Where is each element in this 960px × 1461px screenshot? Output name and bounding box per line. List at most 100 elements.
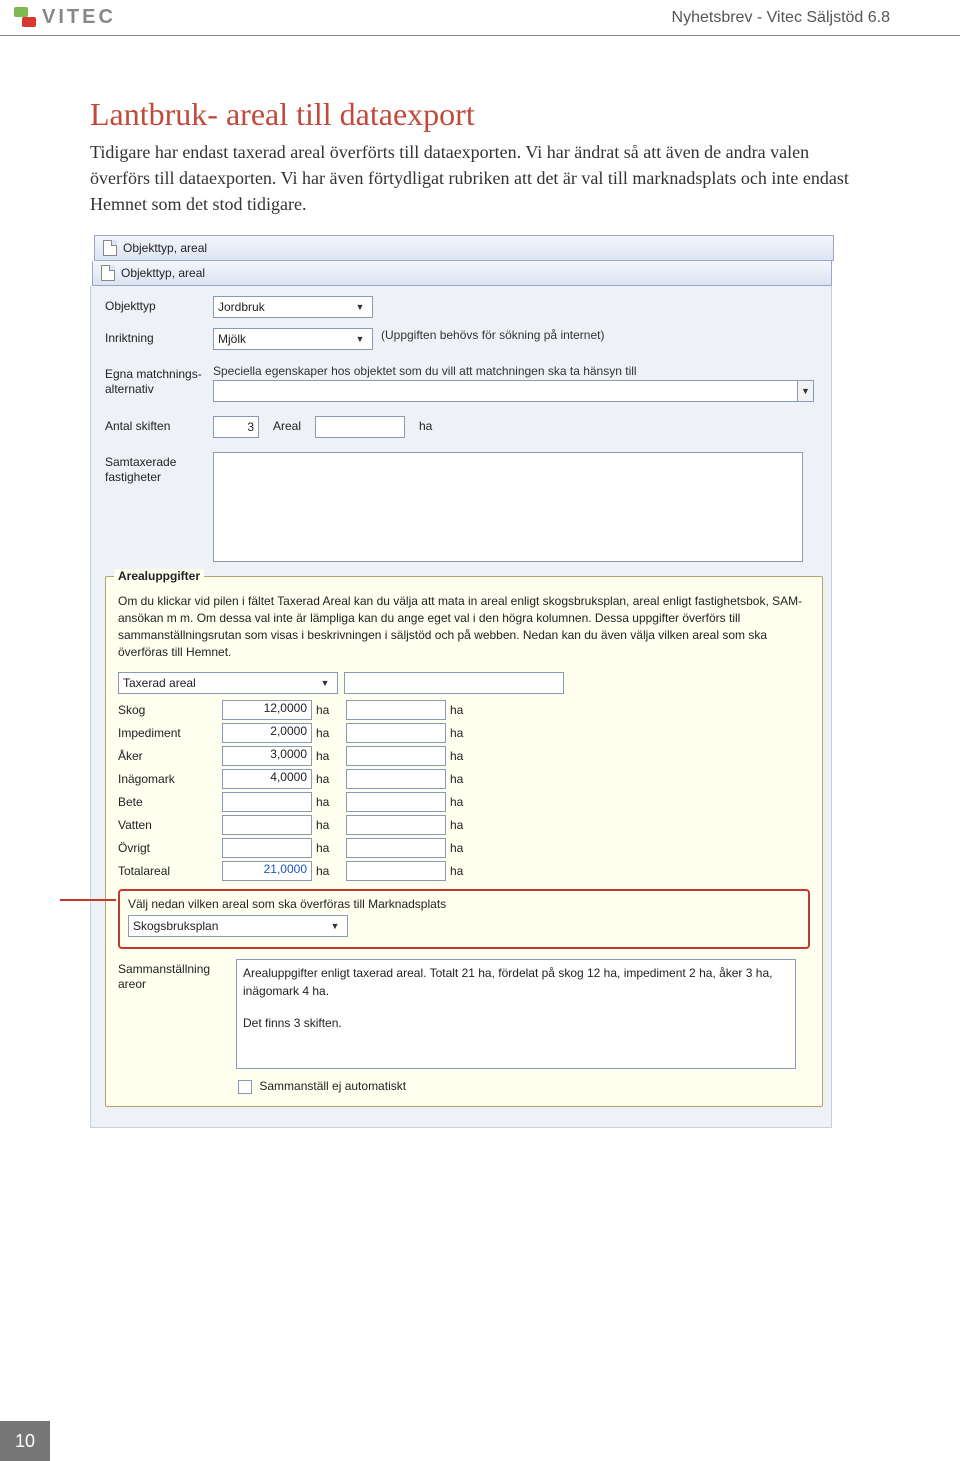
document-icon — [101, 265, 115, 281]
areal-row-unit2: ha — [450, 795, 476, 809]
page-header: VITEC Nyhetsbrev - Vitec Säljstöd 6.8 — [0, 0, 960, 36]
group-info: Om du klickar vid pilen i fältet Taxerad… — [118, 593, 810, 660]
areal-row-value2[interactable] — [346, 792, 446, 812]
areal-row-unit2: ha — [450, 864, 476, 878]
inriktning-hint: (Uppgiften behövs för sökning på interne… — [381, 328, 604, 342]
areal-row-unit: ha — [316, 749, 342, 763]
sammanstall-auto-label: Sammanställ ej automatiskt — [259, 1079, 406, 1093]
areal-row-label: Totalareal — [118, 864, 218, 878]
marknadsplats-combo[interactable]: Skogsbruksplan ▼ — [128, 915, 348, 937]
antal-skiften-value: 3 — [218, 420, 254, 434]
areal-row-value2[interactable] — [346, 769, 446, 789]
areal-row-unit2: ha — [450, 841, 476, 855]
areal-row-value[interactable]: 4,0000 — [222, 769, 312, 789]
areal-row-label: Åker — [118, 749, 218, 763]
brand-name: VITEC — [42, 6, 116, 29]
marknadsplats-label: Välj nedan vilken areal som ska överföra… — [128, 897, 800, 911]
areal-row-value[interactable] — [222, 815, 312, 835]
taxerad-areal-value: Taxerad areal — [123, 676, 196, 690]
vitec-logo-icon — [14, 7, 36, 29]
objekttyp-label: Objekttyp — [105, 296, 205, 313]
areal-row-label: Övrigt — [118, 841, 218, 855]
areal-row-label: Inägomark — [118, 772, 218, 786]
areal-row-unit2: ha — [450, 772, 476, 786]
areal-row-value[interactable]: 12,0000 — [222, 700, 312, 720]
areal-row-unit: ha — [316, 864, 342, 878]
taxerad-areal-combo[interactable]: Taxerad areal ▼ — [118, 672, 338, 694]
page-number: 10 — [0, 1421, 50, 1461]
group-title: Arealuppgifter — [114, 569, 204, 583]
inriktning-value: Mjölk — [218, 332, 246, 346]
antal-skiften-label: Antal skiften — [105, 416, 205, 433]
egna-input[interactable] — [213, 380, 798, 402]
areal-row-label: Impediment — [118, 726, 218, 740]
areal-row: Vatten ha ha — [118, 815, 810, 835]
egna-label: Egna matchnings-alternativ — [105, 364, 205, 396]
objekttyp-value: Jordbruk — [218, 300, 265, 314]
chevron-down-icon[interactable]: ▼ — [798, 380, 814, 402]
areal-row-value2[interactable] — [346, 746, 446, 766]
samtax-textarea[interactable] — [213, 452, 803, 562]
app-screenshot: Objekttyp, areal Objekttyp, areal Objekt… — [90, 235, 840, 1128]
toolbar-2: Objekttyp, areal — [92, 261, 832, 286]
areal-row-value2[interactable] — [346, 723, 446, 743]
areal-row-unit2: ha — [450, 749, 476, 763]
toolbar-1: Objekttyp, areal — [94, 235, 834, 261]
areal-row-unit2: ha — [450, 818, 476, 832]
inriktning-combo[interactable]: Mjölk ▼ — [213, 328, 373, 350]
areal-row-value[interactable] — [222, 838, 312, 858]
chevron-down-icon: ▼ — [327, 918, 343, 934]
summary-line-1: Arealuppgifter enligt taxerad areal. Tot… — [243, 964, 789, 1000]
areal-row-unit: ha — [316, 772, 342, 786]
areal-row-value[interactable]: 21,0000 — [222, 861, 312, 881]
areal-row-unit2: ha — [450, 726, 476, 740]
section-paragraph: Tidigare har endast taxerad areal överfö… — [90, 139, 870, 217]
areal-row: Totalareal 21,0000 ha ha — [118, 861, 810, 881]
areal-row-label: Bete — [118, 795, 218, 809]
header-right-text: Nyhetsbrev - Vitec Säljstöd 6.8 — [672, 9, 890, 27]
taxerad-areal-input2[interactable] — [344, 672, 564, 694]
document-icon — [103, 240, 117, 256]
sammanstall-auto-checkbox[interactable] — [238, 1080, 252, 1094]
arealuppgifter-group: Arealuppgifter Om du klickar vid pilen i… — [105, 576, 823, 1107]
marknadsplats-value: Skogsbruksplan — [133, 919, 218, 933]
sammanstallning-textarea[interactable]: Arealuppgifter enligt taxerad areal. Tot… — [236, 959, 796, 1069]
areal-row-unit: ha — [316, 703, 342, 717]
areal-row-unit: ha — [316, 795, 342, 809]
areal-row-value2[interactable] — [346, 815, 446, 835]
areal-row-label: Vatten — [118, 818, 218, 832]
areal-input[interactable] — [315, 416, 405, 438]
areal-table: Skog 12,0000 ha ha Impediment 2,0000 ha ha Åker 3… — [118, 700, 810, 881]
form-panel: Objekttyp Jordbruk ▼ Inriktning Mjölk ▼ … — [90, 286, 832, 1128]
areal-row-value[interactable] — [222, 792, 312, 812]
areal-row: Åker 3,0000 ha ha — [118, 746, 810, 766]
samtax-label: Samtaxerade fastigheter — [105, 452, 205, 484]
toolbar-1-label: Objekttyp, areal — [123, 241, 207, 255]
chevron-down-icon: ▼ — [352, 331, 368, 347]
areal-row-value[interactable]: 2,0000 — [222, 723, 312, 743]
areal-row-unit: ha — [316, 818, 342, 832]
toolbar-2-label: Objekttyp, areal — [121, 266, 205, 280]
areal-row-value2[interactable] — [346, 838, 446, 858]
chevron-down-icon: ▼ — [352, 299, 368, 315]
areal-unit: ha — [413, 416, 432, 433]
areal-row-label: Skog — [118, 703, 218, 717]
areal-row-unit2: ha — [450, 703, 476, 717]
marknadsplats-highlight: Välj nedan vilken areal som ska överföra… — [118, 889, 810, 949]
areal-row: Bete ha ha — [118, 792, 810, 812]
section-heading: Lantbruk- areal till dataexport — [90, 96, 870, 133]
objekttyp-combo[interactable]: Jordbruk ▼ — [213, 296, 373, 318]
inriktning-label: Inriktning — [105, 328, 205, 345]
areal-row-value2[interactable] — [346, 861, 446, 881]
areal-row-unit: ha — [316, 726, 342, 740]
areal-row: Skog 12,0000 ha ha — [118, 700, 810, 720]
areal-row: Impediment 2,0000 ha ha — [118, 723, 810, 743]
areal-row: Övrigthaha — [118, 838, 810, 858]
areal-row-value[interactable]: 3,0000 — [222, 746, 312, 766]
brand-logo: VITEC — [14, 6, 116, 29]
areal-row-value2[interactable] — [346, 700, 446, 720]
areal-label: Areal — [267, 416, 307, 433]
antal-skiften-input[interactable]: 3 — [213, 416, 259, 438]
areal-row: Inägomark 4,0000 ha ha — [118, 769, 810, 789]
summary-line-2: Det finns 3 skiften. — [243, 1014, 789, 1032]
